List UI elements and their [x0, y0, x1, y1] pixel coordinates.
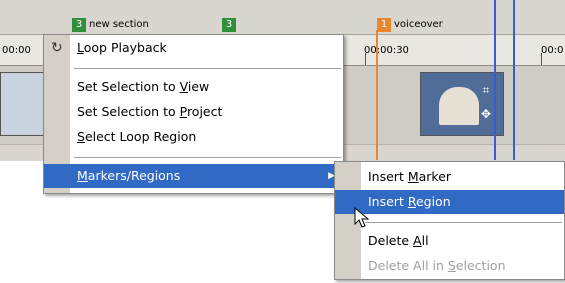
menu-item-loop-playback[interactable]: ↻ Loop Playback: [44, 36, 343, 60]
menu-item-delete-all-in-selection: Delete All in Selection: [368, 258, 506, 273]
monument-image: [439, 87, 479, 125]
marker-number: 1: [377, 18, 391, 32]
menu-item-insert-marker[interactable]: Insert Marker: [335, 165, 564, 189]
marker-number: 3: [72, 18, 86, 32]
marker-voiceover[interactable]: 1 voiceover: [377, 18, 443, 32]
selection-line-right: [513, 0, 515, 160]
selection-line-left: [494, 0, 496, 160]
crop-icon[interactable]: ⌗: [479, 83, 493, 97]
clip-monument[interactable]: ⌗ ✥: [420, 72, 504, 136]
ruler-label-end: 00:0: [541, 45, 564, 56]
menu-item-select-loop-region[interactable]: Select Loop Region: [44, 125, 343, 149]
marker-label: new section: [89, 19, 149, 30]
loop-icon: ↻: [51, 40, 63, 56]
menu-separator: [74, 68, 341, 69]
context-menu: ↻ Loop Playback Set Selection to View Se…: [43, 34, 344, 194]
marker-new-section[interactable]: 3 new section: [72, 18, 149, 32]
ruler-tick: [541, 53, 542, 65]
ruler-label-start: 00:00: [2, 45, 31, 56]
marker-label: voiceover: [394, 19, 443, 30]
mouse-cursor-icon: [354, 207, 370, 228]
pan-icon[interactable]: ✥: [479, 107, 493, 121]
menu-item-set-selection-project[interactable]: Set Selection to Project: [44, 100, 343, 124]
menu-item-set-selection-view[interactable]: Set Selection to View: [44, 75, 343, 99]
marker-number: 3: [222, 18, 236, 32]
ruler-label-mid: 00:00:30: [364, 45, 409, 56]
menu-item-delete-all[interactable]: Delete All: [335, 229, 564, 253]
marker-line: [376, 30, 378, 160]
ruler-tick: [365, 53, 366, 65]
clip-snow[interactable]: [0, 72, 44, 136]
marker-3b[interactable]: 3: [222, 18, 239, 32]
menu-item-markers-regions[interactable]: Markers/Regions ▶: [44, 164, 343, 188]
menu-separator: [74, 157, 341, 158]
menu-separator: [365, 222, 562, 223]
